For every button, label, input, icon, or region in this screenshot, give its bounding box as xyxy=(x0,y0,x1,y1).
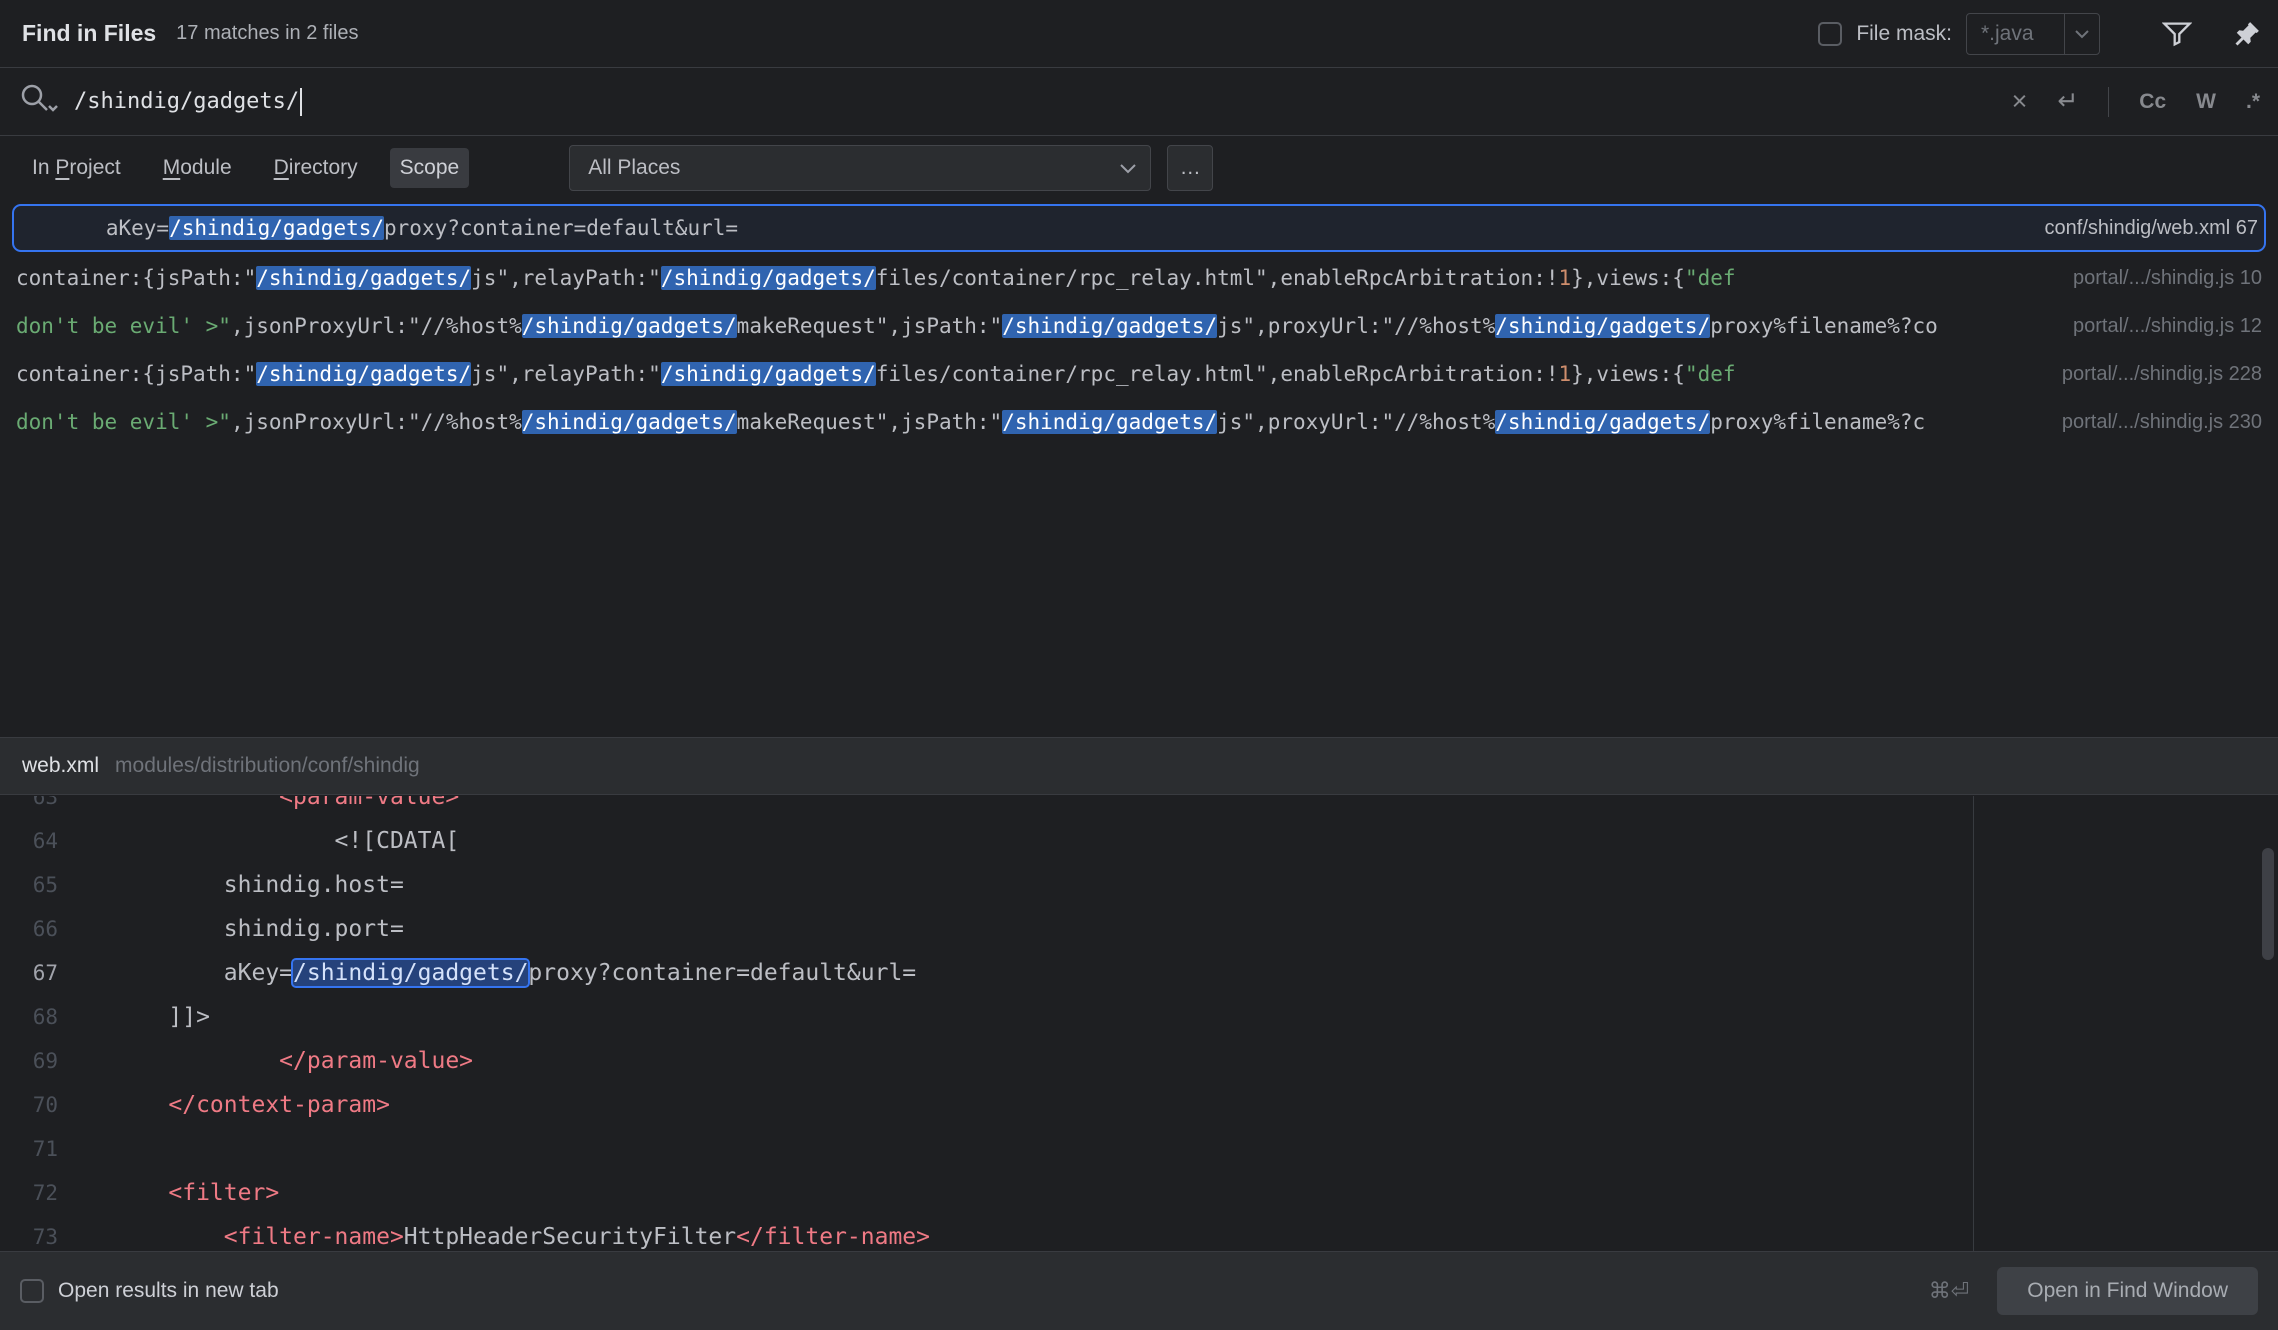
dialog-header: Find in Files 17 matches in 2 files File… xyxy=(0,0,2278,68)
file-mask-label: File mask: xyxy=(1856,22,1952,46)
result-text: container:{jsPath:"/shindig/gadgets/js",… xyxy=(16,362,2046,386)
line-number: 65 xyxy=(0,863,58,907)
code-text: </context-param> xyxy=(58,1083,390,1127)
dialog-title: Find in Files xyxy=(22,20,156,47)
file-mask-value: *.java xyxy=(1967,22,2064,46)
line-number: 72 xyxy=(0,1171,58,1215)
search-places-value: All Places xyxy=(570,156,1106,180)
search-bar: /shindig/gadgets/ × ↵ Cc W .* xyxy=(0,68,2278,136)
code-text: ]]> xyxy=(58,995,210,1039)
result-location: conf/shindig/web.xml 67 xyxy=(2045,217,2258,240)
code-text: aKey=/shindig/gadgets/proxy?container=de… xyxy=(58,951,916,995)
line-number: 69 xyxy=(0,1039,58,1083)
chevron-down-icon xyxy=(1106,163,1150,174)
preview-editor[interactable]: 63 <param-value>64 <![CDATA[65 shindig.h… xyxy=(0,796,2278,1251)
pin-icon[interactable] xyxy=(2232,19,2262,49)
result-row[interactable]: aKey=/shindig/gadgets/proxy?container=de… xyxy=(12,204,2266,252)
line-number: 71 xyxy=(0,1127,58,1171)
line-number: 66 xyxy=(0,907,58,951)
scope-item-directory[interactable]: Directory xyxy=(264,148,368,188)
result-location: portal/.../shindig.js 228 xyxy=(2062,363,2262,386)
code-text: <filter-name>HttpHeaderSecurityFilter</f… xyxy=(58,1215,930,1251)
preview-file-name: web.xml xyxy=(22,754,99,778)
scope-item-scope[interactable]: Scope xyxy=(390,148,470,188)
result-text: don't be evil' >",jsonProxyUrl:"//%host%… xyxy=(16,410,2046,434)
file-mask-combo[interactable]: *.java xyxy=(1966,13,2100,55)
editor-line[interactable]: 72 <filter> xyxy=(0,1171,2278,1215)
insert-newline-icon[interactable]: ↵ xyxy=(2057,89,2078,114)
toggle-separator xyxy=(2108,87,2109,117)
regex-toggle[interactable]: .* xyxy=(2246,90,2260,114)
result-text: aKey=/shindig/gadgets/proxy?container=de… xyxy=(30,216,2029,240)
line-number: 73 xyxy=(0,1215,58,1251)
line-number: 67 xyxy=(0,951,58,995)
open-in-new-tab-label: Open results in new tab xyxy=(58,1279,279,1303)
result-row[interactable]: don't be evil' >",jsonProxyUrl:"//%host%… xyxy=(0,302,2278,350)
scope-item-module[interactable]: Module xyxy=(153,148,242,188)
results-list: aKey=/shindig/gadgets/proxy?container=de… xyxy=(0,200,2278,737)
words-toggle[interactable]: W xyxy=(2196,90,2216,114)
line-number: 68 xyxy=(0,995,58,1039)
code-text: </param-value> xyxy=(58,1039,473,1083)
code-text: <param-value> xyxy=(58,796,459,819)
editor-line[interactable]: 66 shindig.port= xyxy=(0,907,2278,951)
clear-search-icon[interactable]: × xyxy=(2012,88,2028,115)
result-location: portal/.../shindig.js 10 xyxy=(2073,267,2262,290)
code-text: <filter> xyxy=(58,1171,279,1215)
chevron-down-icon[interactable] xyxy=(2065,29,2099,39)
editor-line[interactable]: 73 <filter-name>HttpHeaderSecurityFilter… xyxy=(0,1215,2278,1251)
search-field-icons: × ↵ Cc W .* xyxy=(2012,87,2260,117)
shortcut-hint: ⌘⏎ xyxy=(1929,1278,1969,1304)
text-caret xyxy=(300,88,302,116)
filter-icon[interactable] xyxy=(2162,20,2192,48)
result-row[interactable]: don't be evil' >",jsonProxyUrl:"//%host%… xyxy=(0,398,2278,446)
editor-line[interactable]: 70 </context-param> xyxy=(0,1083,2278,1127)
code-text: <![CDATA[ xyxy=(58,819,459,863)
scope-bar: In Project Module Directory Scope All Place… xyxy=(0,137,2278,199)
editor-line[interactable]: 71 xyxy=(0,1127,2278,1171)
result-text: container:{jsPath:"/shindig/gadgets/js",… xyxy=(16,266,2057,290)
scope-more-button[interactable]: … xyxy=(1167,145,1213,191)
search-places-combo[interactable]: All Places xyxy=(569,145,1151,191)
search-icon[interactable] xyxy=(18,82,60,122)
result-location: portal/.../shindig.js 12 xyxy=(2073,315,2262,338)
open-in-find-window-button[interactable]: Open in Find Window xyxy=(1997,1267,2258,1315)
result-row[interactable]: container:{jsPath:"/shindig/gadgets/js",… xyxy=(0,254,2278,302)
result-text: don't be evil' >",jsonProxyUrl:"//%host%… xyxy=(16,314,2057,338)
editor-line[interactable]: 69 </param-value> xyxy=(0,1039,2278,1083)
line-number: 70 xyxy=(0,1083,58,1127)
dialog-footer: Open results in new tab ⌘⏎ Open in Find … xyxy=(0,1251,2278,1330)
result-row[interactable]: container:{jsPath:"/shindig/gadgets/js",… xyxy=(0,350,2278,398)
editor-line[interactable]: 68 ]]> xyxy=(0,995,2278,1039)
code-text: shindig.host= xyxy=(58,863,404,907)
editor-line[interactable]: 63 <param-value> xyxy=(0,796,2278,819)
preview-file-path: modules/distribution/conf/shindig xyxy=(115,754,420,778)
line-number: 63 xyxy=(0,796,58,819)
match-summary: 17 matches in 2 files xyxy=(176,22,358,45)
editor-line[interactable]: 67 aKey=/shindig/gadgets/proxy?container… xyxy=(0,951,2278,995)
file-mask-checkbox[interactable] xyxy=(1818,22,1842,46)
search-input[interactable]: /shindig/gadgets/ xyxy=(74,89,299,114)
editor-line[interactable]: 65 shindig.host= xyxy=(0,863,2278,907)
code-text: shindig.port= xyxy=(58,907,404,951)
preview-header: web.xml modules/distribution/conf/shindi… xyxy=(0,737,2278,795)
result-location: portal/.../shindig.js 230 xyxy=(2062,411,2262,434)
editor-line[interactable]: 64 <![CDATA[ xyxy=(0,819,2278,863)
scope-items: In Project Module Directory Scope xyxy=(22,148,491,188)
line-number: 64 xyxy=(0,819,58,863)
editor-scrollbar[interactable] xyxy=(2262,848,2274,960)
scope-item-in-project[interactable]: In Project xyxy=(22,148,131,188)
editor-lines: 63 <param-value>64 <![CDATA[65 shindig.h… xyxy=(0,796,2278,1251)
code-text xyxy=(58,1127,113,1171)
match-case-toggle[interactable]: Cc xyxy=(2139,90,2166,114)
open-in-new-tab-checkbox[interactable] xyxy=(20,1279,44,1303)
